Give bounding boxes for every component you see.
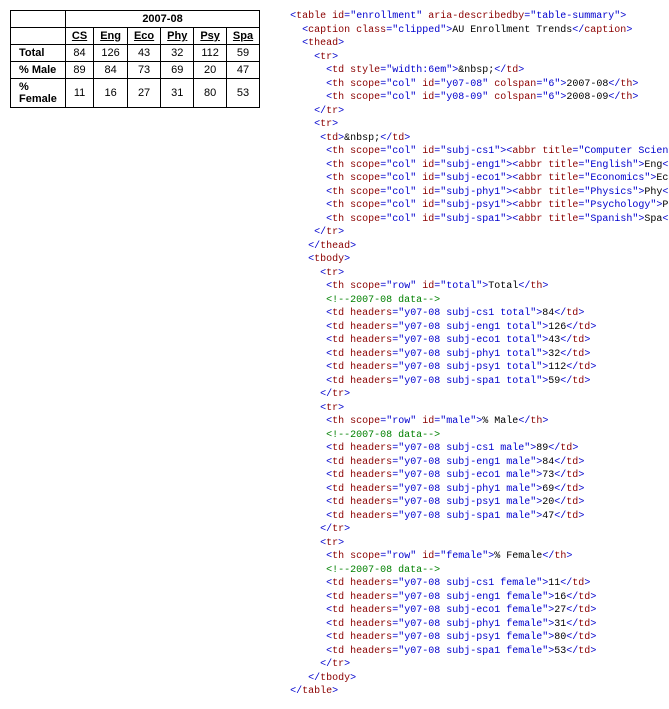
col-spa: Spa — [226, 28, 259, 45]
cell: 43 — [127, 45, 160, 62]
cell: 84 — [94, 62, 128, 79]
enrollment-data-table: 2007-08 CS Eng Eco Phy Psy Spa Total 84 … — [10, 10, 260, 108]
col-eco: Eco — [127, 28, 160, 45]
cell: 27 — [127, 79, 160, 108]
year-header: 2007-08 — [65, 11, 259, 28]
cell: 69 — [161, 62, 194, 79]
row-female-label: % Female — [11, 79, 66, 108]
cell: 80 — [194, 79, 227, 108]
row-female: % Female 11 16 27 31 80 53 — [11, 79, 260, 108]
cell: 32 — [161, 45, 194, 62]
cell: 31 — [161, 79, 194, 108]
col-eng: Eng — [94, 28, 128, 45]
cell: 112 — [194, 45, 227, 62]
col-phy: Phy — [161, 28, 194, 45]
cell: 126 — [94, 45, 128, 62]
empty-corner-cell — [11, 11, 66, 28]
cell: 73 — [127, 62, 160, 79]
cell: 16 — [94, 79, 128, 108]
row-total: Total 84 126 43 32 112 59 — [11, 45, 260, 62]
html-source-code: <table id="enrollment" aria-describedby=… — [290, 10, 669, 699]
row-male: % Male 89 84 73 69 20 47 — [11, 62, 260, 79]
cell: 11 — [65, 79, 93, 108]
row-total-label: Total — [11, 45, 66, 62]
cell: 84 — [65, 45, 93, 62]
row-male-label: % Male — [11, 62, 66, 79]
cell: 20 — [194, 62, 227, 79]
cell: 53 — [226, 79, 259, 108]
col-psy: Psy — [194, 28, 227, 45]
cell: 89 — [65, 62, 93, 79]
empty-cell — [11, 28, 66, 45]
col-cs: CS — [65, 28, 93, 45]
cell: 47 — [226, 62, 259, 79]
cell: 59 — [226, 45, 259, 62]
